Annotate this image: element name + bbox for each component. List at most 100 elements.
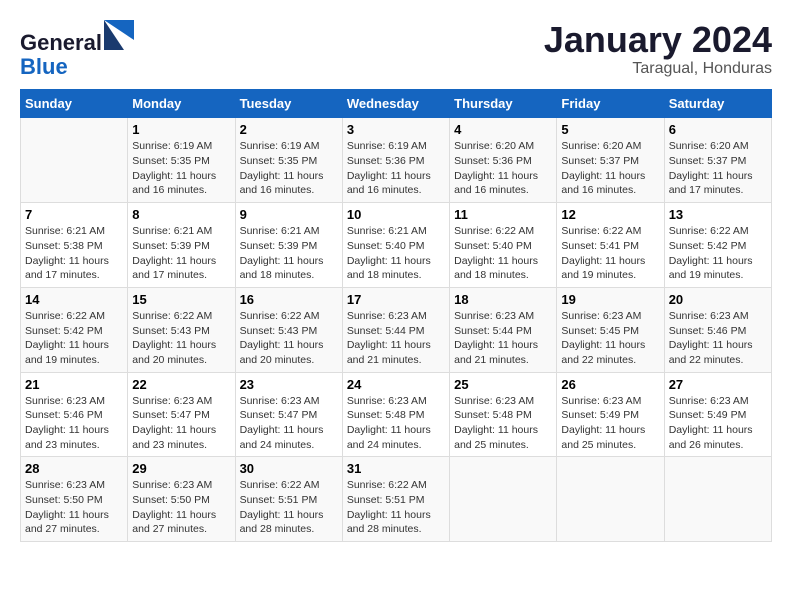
day-info: Sunrise: 6:20 AM Sunset: 5:37 PM Dayligh… bbox=[669, 139, 767, 198]
day-info: Sunrise: 6:22 AM Sunset: 5:42 PM Dayligh… bbox=[669, 224, 767, 283]
header-day-sunday: Sunday bbox=[21, 90, 128, 118]
calendar-cell: 15 Sunrise: 6:22 AM Sunset: 5:43 PM Dayli… bbox=[128, 287, 235, 372]
week-row-4: 28 Sunrise: 6:23 AM Sunset: 5:50 PM Dayli… bbox=[21, 457, 772, 542]
day-info: Sunrise: 6:22 AM Sunset: 5:40 PM Dayligh… bbox=[454, 224, 552, 283]
day-number: 3 bbox=[347, 122, 445, 137]
day-number: 16 bbox=[240, 292, 338, 307]
day-number: 15 bbox=[132, 292, 230, 307]
calendar-cell: 27Sunrise: 6:23 AM Sunset: 5:49 PM Dayli… bbox=[664, 372, 771, 457]
calendar-cell: 24Sunrise: 6:23 AM Sunset: 5:48 PM Dayli… bbox=[342, 372, 449, 457]
calendar-cell: 1Sunrise: 6:19 AM Sunset: 5:35 PM Daylig… bbox=[128, 118, 235, 203]
day-number: 2 bbox=[240, 122, 338, 137]
day-info: Sunrise: 6:22 AM Sunset: 5:51 PM Dayligh… bbox=[347, 478, 445, 537]
calendar-cell: 5Sunrise: 6:20 AM Sunset: 5:37 PM Daylig… bbox=[557, 118, 664, 203]
calendar-cell: 2Sunrise: 6:19 AM Sunset: 5:35 PM Daylig… bbox=[235, 118, 342, 203]
calendar-cell: 3 Sunrise: 6:19 AM Sunset: 5:36 PM Daylig… bbox=[342, 118, 449, 203]
calendar-cell: 28 Sunrise: 6:23 AM Sunset: 5:50 PM Dayli… bbox=[21, 457, 128, 542]
day-info: Sunrise: 6:22 AM Sunset: 5:43 PM Dayligh… bbox=[132, 309, 230, 368]
day-number: 6 bbox=[669, 122, 767, 137]
calendar-cell: 19 Sunrise: 6:23 AM Sunset: 5:45 PM Dayli… bbox=[557, 287, 664, 372]
day-number: 17 bbox=[347, 292, 445, 307]
day-number: 27 bbox=[669, 377, 767, 392]
header-day-friday: Friday bbox=[557, 90, 664, 118]
header-day-monday: Monday bbox=[128, 90, 235, 118]
day-number: 22 bbox=[132, 377, 230, 392]
calendar-cell: 6 Sunrise: 6:20 AM Sunset: 5:37 PM Daylig… bbox=[664, 118, 771, 203]
day-info: Sunrise: 6:23 AM Sunset: 5:47 PM Dayligh… bbox=[132, 394, 230, 453]
day-number: 10 bbox=[347, 207, 445, 222]
header-row: SundayMondayTuesdayWednesdayThursdayFrid… bbox=[21, 90, 772, 118]
day-info: Sunrise: 6:22 AM Sunset: 5:41 PM Dayligh… bbox=[561, 224, 659, 283]
week-row-3: 21 Sunrise: 6:23 AM Sunset: 5:46 PM Dayli… bbox=[21, 372, 772, 457]
calendar-cell: 25Sunrise: 6:23 AM Sunset: 5:48 PM Dayli… bbox=[450, 372, 557, 457]
day-number: 20 bbox=[669, 292, 767, 307]
month-title: January 2024 bbox=[544, 20, 772, 60]
logo-blue-text: Blue bbox=[20, 55, 134, 79]
logo-blue-span: Blue bbox=[20, 54, 68, 79]
calendar-cell bbox=[664, 457, 771, 542]
header-day-wednesday: Wednesday bbox=[342, 90, 449, 118]
week-row-0: 1Sunrise: 6:19 AM Sunset: 5:35 PM Daylig… bbox=[21, 118, 772, 203]
day-number: 28 bbox=[25, 461, 123, 476]
day-info: Sunrise: 6:19 AM Sunset: 5:36 PM Dayligh… bbox=[347, 139, 445, 198]
day-info: Sunrise: 6:23 AM Sunset: 5:48 PM Dayligh… bbox=[454, 394, 552, 453]
day-number: 9 bbox=[240, 207, 338, 222]
day-number: 21 bbox=[25, 377, 123, 392]
calendar-header: SundayMondayTuesdayWednesdayThursdayFrid… bbox=[21, 90, 772, 118]
calendar-cell: 11 Sunrise: 6:22 AM Sunset: 5:40 PM Dayli… bbox=[450, 203, 557, 288]
day-info: Sunrise: 6:22 AM Sunset: 5:43 PM Dayligh… bbox=[240, 309, 338, 368]
day-number: 19 bbox=[561, 292, 659, 307]
day-info: Sunrise: 6:23 AM Sunset: 5:50 PM Dayligh… bbox=[132, 478, 230, 537]
calendar-cell: 12Sunrise: 6:22 AM Sunset: 5:41 PM Dayli… bbox=[557, 203, 664, 288]
logo-general: General bbox=[20, 30, 102, 55]
calendar-cell: 8 Sunrise: 6:21 AM Sunset: 5:39 PM Daylig… bbox=[128, 203, 235, 288]
calendar-cell: 9 Sunrise: 6:21 AM Sunset: 5:39 PM Daylig… bbox=[235, 203, 342, 288]
calendar-cell: 21 Sunrise: 6:23 AM Sunset: 5:46 PM Dayli… bbox=[21, 372, 128, 457]
header-day-thursday: Thursday bbox=[450, 90, 557, 118]
day-info: Sunrise: 6:21 AM Sunset: 5:39 PM Dayligh… bbox=[240, 224, 338, 283]
header-day-tuesday: Tuesday bbox=[235, 90, 342, 118]
calendar-cell: 7 Sunrise: 6:21 AM Sunset: 5:38 PM Daylig… bbox=[21, 203, 128, 288]
day-info: Sunrise: 6:23 AM Sunset: 5:50 PM Dayligh… bbox=[25, 478, 123, 537]
day-info: Sunrise: 6:23 AM Sunset: 5:46 PM Dayligh… bbox=[669, 309, 767, 368]
logo-icon bbox=[104, 20, 134, 50]
day-info: Sunrise: 6:22 AM Sunset: 5:42 PM Dayligh… bbox=[25, 309, 123, 368]
calendar-cell bbox=[21, 118, 128, 203]
calendar-cell: 17Sunrise: 6:23 AM Sunset: 5:44 PM Dayli… bbox=[342, 287, 449, 372]
day-number: 14 bbox=[25, 292, 123, 307]
calendar-cell: 23Sunrise: 6:23 AM Sunset: 5:47 PM Dayli… bbox=[235, 372, 342, 457]
day-info: Sunrise: 6:23 AM Sunset: 5:46 PM Dayligh… bbox=[25, 394, 123, 453]
day-number: 4 bbox=[454, 122, 552, 137]
day-info: Sunrise: 6:23 AM Sunset: 5:47 PM Dayligh… bbox=[240, 394, 338, 453]
day-info: Sunrise: 6:21 AM Sunset: 5:39 PM Dayligh… bbox=[132, 224, 230, 283]
calendar-cell: 14 Sunrise: 6:22 AM Sunset: 5:42 PM Dayli… bbox=[21, 287, 128, 372]
day-info: Sunrise: 6:23 AM Sunset: 5:48 PM Dayligh… bbox=[347, 394, 445, 453]
day-info: Sunrise: 6:21 AM Sunset: 5:38 PM Dayligh… bbox=[25, 224, 123, 283]
week-row-1: 7 Sunrise: 6:21 AM Sunset: 5:38 PM Daylig… bbox=[21, 203, 772, 288]
day-number: 11 bbox=[454, 207, 552, 222]
day-info: Sunrise: 6:21 AM Sunset: 5:40 PM Dayligh… bbox=[347, 224, 445, 283]
day-info: Sunrise: 6:23 AM Sunset: 5:49 PM Dayligh… bbox=[561, 394, 659, 453]
day-number: 31 bbox=[347, 461, 445, 476]
day-number: 8 bbox=[132, 207, 230, 222]
day-info: Sunrise: 6:23 AM Sunset: 5:45 PM Dayligh… bbox=[561, 309, 659, 368]
calendar-cell: 22 Sunrise: 6:23 AM Sunset: 5:47 PM Dayli… bbox=[128, 372, 235, 457]
day-number: 13 bbox=[669, 207, 767, 222]
calendar-cell: 13 Sunrise: 6:22 AM Sunset: 5:42 PM Dayli… bbox=[664, 203, 771, 288]
calendar-cell: 30Sunrise: 6:22 AM Sunset: 5:51 PM Dayli… bbox=[235, 457, 342, 542]
logo: General Blue bbox=[20, 20, 134, 79]
calendar-cell: 31 Sunrise: 6:22 AM Sunset: 5:51 PM Dayli… bbox=[342, 457, 449, 542]
day-number: 30 bbox=[240, 461, 338, 476]
day-number: 26 bbox=[561, 377, 659, 392]
header-day-saturday: Saturday bbox=[664, 90, 771, 118]
page-header: General Blue January 2024 Taragual, Hond… bbox=[20, 20, 772, 79]
calendar-cell: 4 Sunrise: 6:20 AM Sunset: 5:36 PM Daylig… bbox=[450, 118, 557, 203]
calendar-cell: 29Sunrise: 6:23 AM Sunset: 5:50 PM Dayli… bbox=[128, 457, 235, 542]
day-info: Sunrise: 6:19 AM Sunset: 5:35 PM Dayligh… bbox=[132, 139, 230, 198]
calendar-cell bbox=[450, 457, 557, 542]
calendar-cell: 26 Sunrise: 6:23 AM Sunset: 5:49 PM Dayli… bbox=[557, 372, 664, 457]
day-number: 7 bbox=[25, 207, 123, 222]
location: Taragual, Honduras bbox=[544, 60, 772, 78]
calendar-cell: 20 Sunrise: 6:23 AM Sunset: 5:46 PM Dayli… bbox=[664, 287, 771, 372]
day-info: Sunrise: 6:20 AM Sunset: 5:36 PM Dayligh… bbox=[454, 139, 552, 198]
